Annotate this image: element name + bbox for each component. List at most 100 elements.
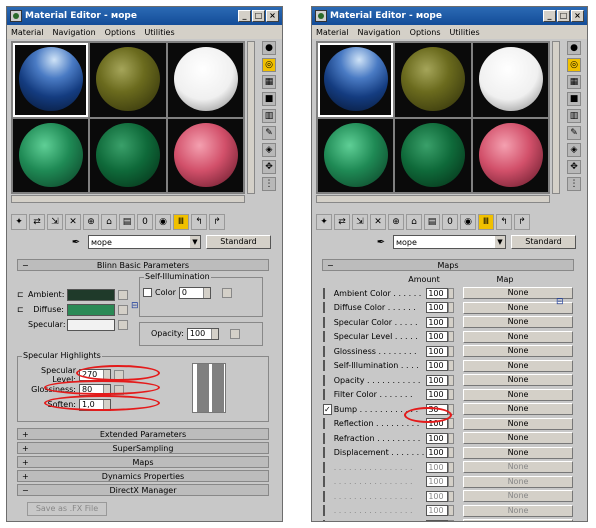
diffuse-swatch[interactable]: [67, 303, 115, 316]
material-id-icon[interactable]: 0: [137, 214, 153, 230]
video-check-icon[interactable]: ▥: [567, 109, 581, 123]
self-illum-map-button[interactable]: [221, 287, 232, 298]
go-forward-icon[interactable]: ↱: [514, 214, 530, 230]
map-enable-checkbox[interactable]: [323, 331, 325, 343]
select-by-material-icon[interactable]: ✥: [567, 160, 581, 174]
spinner-arrows-icon[interactable]: [448, 505, 455, 517]
spinner-arrows-icon[interactable]: [448, 287, 455, 299]
menu-material[interactable]: Material: [316, 28, 349, 37]
get-material-icon[interactable]: ✦: [316, 214, 332, 230]
map-enable-checkbox[interactable]: [323, 447, 325, 459]
map-enable-checkbox[interactable]: [323, 287, 325, 299]
title-bar[interactable]: Material Editor - море _ □ ×: [312, 7, 587, 25]
map-slot-button[interactable]: None: [463, 417, 573, 430]
map-slot-button[interactable]: None: [463, 475, 573, 488]
go-to-parent-icon[interactable]: ↰: [496, 214, 512, 230]
map-amount-spinner[interactable]: 100: [426, 505, 449, 517]
map-enable-checkbox[interactable]: ✓: [323, 403, 332, 415]
spinner-arrows-icon[interactable]: [448, 519, 455, 521]
spinner-arrows-icon[interactable]: [448, 302, 455, 314]
menu-utilities[interactable]: Utilities: [450, 28, 480, 37]
self-illum-value-spinner[interactable]: 0: [178, 286, 211, 299]
material-type-button[interactable]: Standard: [206, 235, 271, 249]
sample-uv-icon[interactable]: ■: [567, 92, 581, 106]
vertical-scrollbar[interactable]: [552, 41, 560, 194]
map-slot-button[interactable]: None: [463, 504, 573, 517]
spinner-arrows-icon[interactable]: [448, 331, 455, 343]
map-enable-checkbox[interactable]: [323, 490, 325, 502]
background-icon[interactable]: ▦: [262, 75, 276, 89]
map-enable-checkbox[interactable]: [323, 432, 325, 444]
map-slot-button[interactable]: None: [463, 345, 573, 358]
sample-uv-icon[interactable]: ■: [262, 92, 276, 106]
map-amount-spinner[interactable]: 100: [426, 331, 449, 343]
lock-icon[interactable]: ⊟: [131, 301, 139, 311]
show-map-icon[interactable]: ◉: [460, 214, 476, 230]
eyedropper-icon[interactable]: ✒: [374, 237, 388, 248]
menu-options[interactable]: Options: [410, 28, 441, 37]
map-enable-checkbox[interactable]: [323, 302, 325, 314]
map-enable-checkbox[interactable]: [323, 519, 325, 521]
map-enable-checkbox[interactable]: [323, 461, 325, 473]
put-to-library-icon[interactable]: ▤: [424, 214, 440, 230]
spinner-arrows-icon[interactable]: [448, 418, 455, 430]
reset-icon[interactable]: ✕: [65, 214, 81, 230]
options-icon[interactable]: ◈: [567, 143, 581, 157]
sample-type-icon[interactable]: ●: [567, 41, 581, 55]
chevron-down-icon[interactable]: ▼: [495, 236, 505, 248]
maximize-button[interactable]: □: [557, 10, 570, 22]
rollout-blinn-basic[interactable]: − Blinn Basic Parameters: [17, 259, 269, 271]
rollout-maps[interactable]: + Maps: [17, 456, 269, 468]
map-enable-checkbox[interactable]: [323, 360, 325, 372]
map-amount-spinner[interactable]: 100: [426, 345, 449, 357]
specular-map-button[interactable]: [118, 319, 128, 330]
select-by-material-icon[interactable]: ✥: [262, 160, 276, 174]
sample-slot[interactable]: [318, 118, 394, 192]
minimize-button[interactable]: _: [238, 10, 251, 22]
make-preview-icon[interactable]: ✎: [567, 126, 581, 140]
lock-icon[interactable]: ⊟: [556, 297, 564, 307]
eyedropper-icon[interactable]: ✒: [69, 237, 83, 248]
menu-options[interactable]: Options: [105, 28, 136, 37]
spinner-arrows-icon[interactable]: [448, 389, 455, 401]
opacity-spinner[interactable]: 100: [186, 327, 219, 340]
menu-material[interactable]: Material: [11, 28, 44, 37]
assign-material-icon[interactable]: ⇲: [47, 214, 63, 230]
show-end-result-icon[interactable]: Ⅲ: [173, 214, 189, 230]
map-slot-button[interactable]: None: [463, 330, 573, 343]
sample-slot[interactable]: [13, 43, 89, 117]
sample-slot[interactable]: [318, 43, 394, 117]
save-fx-button[interactable]: Save as .FX File: [27, 502, 107, 516]
map-amount-spinner[interactable]: 100: [426, 389, 449, 401]
specular-swatch[interactable]: [67, 318, 115, 331]
map-slot-button[interactable]: None: [463, 316, 573, 329]
sample-slot[interactable]: [90, 118, 166, 192]
sample-slot[interactable]: [167, 43, 243, 117]
make-preview-icon[interactable]: ✎: [262, 126, 276, 140]
backlight-icon[interactable]: ◎: [262, 58, 276, 72]
map-amount-spinner[interactable]: 100: [426, 374, 449, 386]
rollout-supersampling[interactable]: + SuperSampling: [17, 442, 269, 454]
map-slot-button[interactable]: None: [463, 432, 573, 445]
spinner-arrows-icon[interactable]: [448, 447, 455, 459]
material-navigator-icon[interactable]: ⋮: [262, 177, 276, 191]
opacity-map-button[interactable]: [229, 328, 240, 339]
rollout-extended-parameters[interactable]: + Extended Parameters: [17, 428, 269, 440]
minimize-button[interactable]: _: [543, 10, 556, 22]
material-id-icon[interactable]: 0: [442, 214, 458, 230]
map-amount-spinner[interactable]: 100: [426, 287, 449, 299]
map-amount-spinner[interactable]: 100: [426, 316, 449, 328]
map-slot-button[interactable]: None: [463, 490, 573, 503]
put-to-library-icon[interactable]: ▤: [119, 214, 135, 230]
make-copy-icon[interactable]: ⊕: [83, 214, 99, 230]
spinner-arrows-icon[interactable]: [448, 476, 455, 488]
sample-slot[interactable]: [472, 118, 548, 192]
menu-navigation[interactable]: Navigation: [53, 28, 96, 37]
go-forward-icon[interactable]: ↱: [209, 214, 225, 230]
map-enable-checkbox[interactable]: [323, 316, 325, 328]
show-end-result-icon[interactable]: Ⅲ: [478, 214, 494, 230]
make-unique-icon[interactable]: ⌂: [101, 214, 117, 230]
spinner-arrows-icon[interactable]: [448, 374, 455, 386]
go-to-parent-icon[interactable]: ↰: [191, 214, 207, 230]
map-slot-button[interactable]: None: [463, 519, 573, 521]
